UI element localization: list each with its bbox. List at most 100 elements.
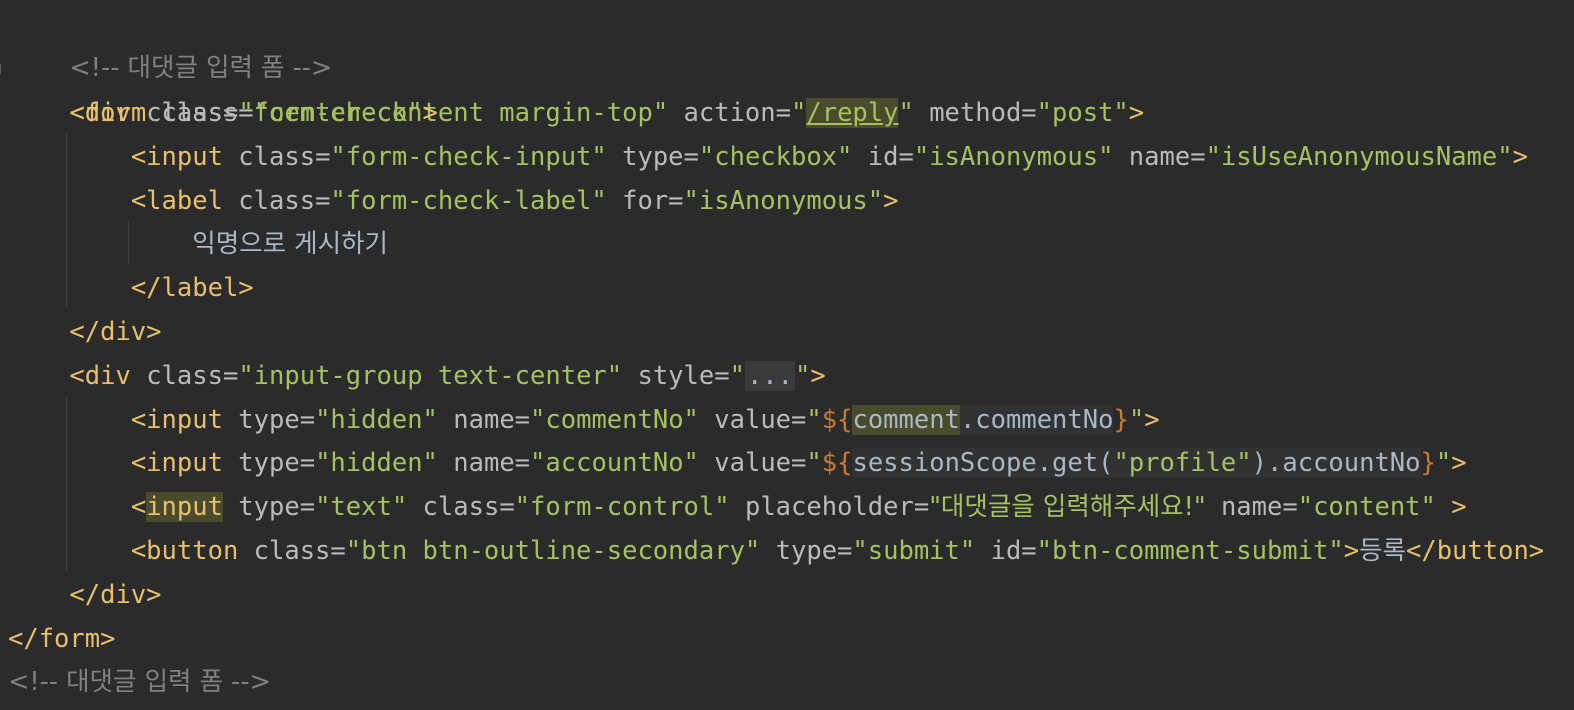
attr-value: "content": [1297, 492, 1436, 522]
code-line-6[interactable]: 익명으로 게시하기: [0, 222, 388, 266]
tag-close: >: [422, 98, 438, 128]
attr-name: type=: [222, 492, 316, 522]
code-line-8[interactable]: </div>: [0, 310, 162, 354]
attr-name: type=: [606, 142, 699, 172]
tag-close: >: [1512, 142, 1528, 172]
code-line-12[interactable]: <input type="text" class="form-control" …: [0, 485, 1467, 529]
attr-value: "input-group text-center": [238, 361, 623, 391]
el-brace: ${: [821, 405, 853, 435]
tag-close: >: [1128, 98, 1145, 128]
code-line-9[interactable]: <div class="input-group text-center" sty…: [0, 354, 826, 398]
code-line-5[interactable]: <label class="form-check-label" for="isA…: [0, 179, 899, 223]
el-brace: }: [1113, 405, 1129, 435]
label-close-tag: </label>: [130, 273, 254, 303]
attr-value: "form-check": [238, 98, 423, 128]
attr-value: "hidden": [315, 448, 438, 478]
attr-value: "isAnonymous": [913, 142, 1114, 172]
tag-close: >: [1343, 536, 1360, 566]
code-line-16[interactable]: <!-- 대댓글 입력 폼 -->: [0, 660, 271, 704]
attr-name: value=: [698, 448, 807, 478]
button-open-tag: <button: [130, 536, 239, 566]
attr-name: placeholder=: [729, 492, 930, 522]
label-text: 익명으로 게시하기: [192, 229, 389, 259]
code-line-2[interactable]: <form class="center-content margin-top" …: [0, 47, 1144, 128]
attr-value: "post": [1036, 98, 1129, 128]
code-line-4[interactable]: <input class="form-check-input" type="ch…: [0, 135, 1528, 179]
attr-name: class=: [222, 142, 331, 172]
el-object: comment: [852, 405, 960, 435]
button-close-tag: </button>: [1405, 536, 1545, 566]
code-line-14[interactable]: </div>: [0, 573, 162, 617]
input-tag-highlighted: input: [146, 492, 223, 522]
attr-value: "hidden": [315, 405, 438, 435]
attr-value: "form-check-input": [330, 142, 607, 172]
code-line-13[interactable]: <button class="btn btn-outline-secondary…: [0, 529, 1544, 573]
attr-name: value=: [698, 405, 807, 435]
el-brace: ${: [821, 448, 853, 478]
attr-value: "accountNo": [530, 448, 699, 478]
tag-close: >: [1451, 448, 1467, 478]
div-open-tag: <div: [69, 361, 131, 391]
attr-name: name=: [437, 448, 531, 478]
attr-value: "form-check-label": [330, 186, 607, 216]
attr-value: "btn btn-outline-secondary": [345, 536, 761, 566]
attr-value: "isUseAnonymousName": [1205, 142, 1513, 172]
code-line-7[interactable]: </label>: [0, 266, 254, 310]
attr-quote: ": [791, 98, 807, 128]
div-close-tag: </div>: [69, 317, 162, 347]
attr-name: action=: [668, 98, 791, 128]
attr-value: "form-control": [514, 492, 730, 522]
attr-value: "checkbox": [698, 142, 853, 172]
tag-close: >: [1144, 405, 1160, 435]
el-expression: sessionScope.get(: [852, 448, 1114, 478]
tag-close: >: [810, 361, 826, 391]
input-tag: <input: [130, 142, 223, 172]
tag-close: >: [1435, 492, 1467, 522]
attr-name: for=: [606, 186, 684, 216]
el-string: "profile": [1113, 448, 1252, 478]
attr-name: type=: [222, 405, 316, 435]
attr-name: style=: [622, 361, 730, 391]
form-close-tag: </form>: [8, 624, 116, 654]
attr-name: id=: [975, 536, 1037, 566]
attr-name: type=: [760, 536, 853, 566]
attr-value: "btn-comment-submit": [1036, 536, 1344, 566]
div-open-tag: <div: [69, 98, 131, 128]
el-brace: }: [1420, 448, 1436, 478]
el-expression: ).accountNo: [1251, 448, 1421, 478]
attr-value: "text": [315, 492, 408, 522]
attr-quote: ": [729, 361, 745, 391]
code-line-10[interactable]: <input type="hidden" name="commentNo" va…: [0, 398, 1160, 442]
input-tag: <input: [130, 448, 223, 478]
action-url-link[interactable]: /reply: [806, 98, 899, 128]
tag-open-bracket: <: [130, 492, 147, 522]
code-line-3[interactable]: <div class="form-check">: [0, 91, 438, 135]
attr-quote: ": [795, 361, 811, 391]
folded-style-placeholder[interactable]: ...: [744, 361, 796, 391]
button-text: 등록: [1359, 536, 1406, 566]
div-close-tag: </div>: [69, 580, 162, 610]
input-tag: <input: [130, 405, 223, 435]
tag-close: >: [883, 186, 899, 216]
attr-quote: ": [1435, 448, 1452, 478]
attr-name: class=: [130, 361, 239, 391]
attr-name: class=: [130, 98, 239, 128]
attr-quote: ": [806, 405, 822, 435]
html-comment: <!-- 대댓글 입력 폼 -->: [8, 667, 271, 697]
fold-marker-icon[interactable]: [0, 64, 4, 74]
code-line-1[interactable]: <!-- 대댓글 입력 폼 -->: [0, 2, 332, 83]
attr-quote: ": [1128, 405, 1145, 435]
attr-quote: ": [806, 448, 822, 478]
attr-value: "submit": [852, 536, 976, 566]
attr-name: name=: [437, 405, 531, 435]
code-line-11[interactable]: <input type="hidden" name="accountNo" va…: [0, 441, 1467, 485]
attr-name: id=: [852, 142, 914, 172]
attr-name: name=: [1205, 492, 1298, 522]
attr-value: "대댓글을 입력해주세요!": [929, 492, 1206, 522]
attr-quote: ": [898, 98, 914, 128]
attr-name: name=: [1113, 142, 1206, 172]
el-property: .commentNo: [959, 405, 1114, 435]
attr-name: type=: [222, 448, 316, 478]
code-editor[interactable]: <!-- 대댓글 입력 폼 --> <form class="center-co…: [0, 0, 1574, 710]
code-line-15[interactable]: </form>: [0, 617, 115, 661]
